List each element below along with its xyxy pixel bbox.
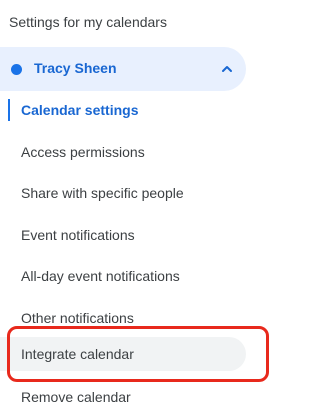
settings-sidebar: Settings for my calendars Tracy Sheen Ca… (0, 0, 269, 414)
nav-item-label: Calendar settings (21, 102, 139, 118)
active-indicator (8, 99, 10, 121)
nav-item-label: Other notifications (21, 310, 134, 326)
nav-item-label: All-day event notifications (21, 268, 180, 284)
nav-item-share-with-specific-people[interactable]: Share with specific people (0, 176, 246, 210)
nav-item-calendar-settings[interactable]: Calendar settings (0, 93, 246, 127)
nav-item-label: Access permissions (21, 144, 145, 160)
section-title: Settings for my calendars (9, 14, 167, 30)
nav-item-label: Integrate calendar (21, 346, 134, 362)
calendar-item-tracy-sheen[interactable]: Tracy Sheen (0, 47, 246, 91)
nav-item-other-notifications[interactable]: Other notifications (0, 301, 246, 335)
nav-item-integrate-calendar[interactable]: Integrate calendar (0, 337, 246, 371)
calendar-name: Tracy Sheen (34, 60, 117, 76)
calendar-color-dot (11, 64, 22, 75)
nav-item-label: Event notifications (21, 227, 135, 243)
nav-item-event-notifications[interactable]: Event notifications (0, 218, 246, 252)
nav-item-all-day-event-notifications[interactable]: All-day event notifications (0, 259, 246, 293)
nav-item-label: Share with specific people (21, 185, 184, 201)
nav-item-label: Remove calendar (21, 389, 131, 405)
nav-item-remove-calendar[interactable]: Remove calendar (0, 380, 246, 414)
nav-item-access-permissions[interactable]: Access permissions (0, 135, 246, 169)
chevron-up-icon[interactable] (219, 61, 235, 77)
